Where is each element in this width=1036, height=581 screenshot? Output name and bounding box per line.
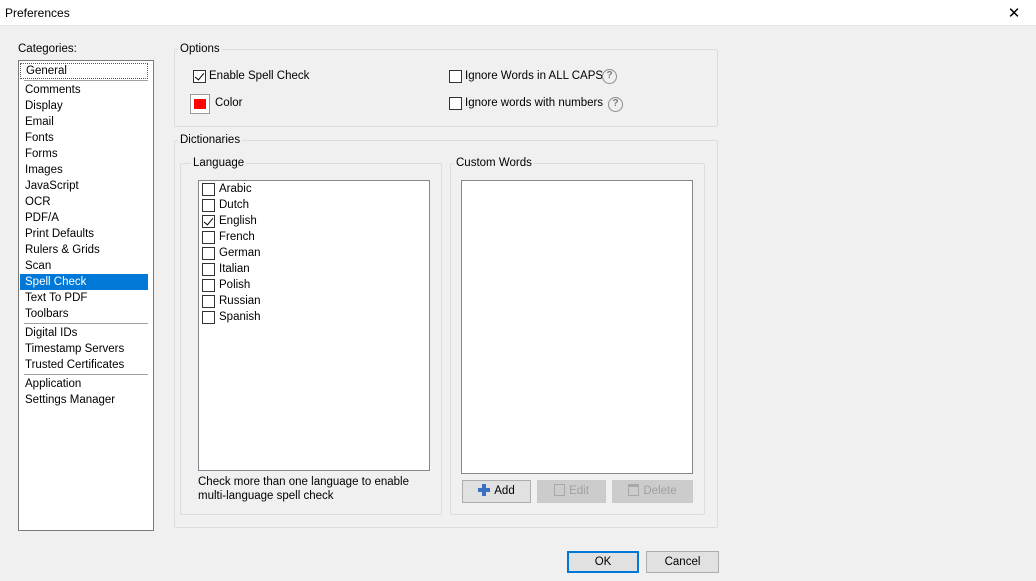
language-item-label: German [219, 247, 261, 259]
color-label: Color [215, 97, 243, 109]
category-item[interactable]: Images [20, 162, 148, 178]
language-label: Language [191, 157, 247, 169]
category-item[interactable]: JavaScript [20, 178, 148, 194]
category-item[interactable]: Scan [20, 258, 148, 274]
edit-word-button-label: Edit [569, 485, 589, 497]
category-item[interactable]: Display [20, 98, 148, 114]
ok-button[interactable]: OK [567, 551, 639, 573]
custom-words-label: Custom Words [454, 157, 534, 169]
help-icon[interactable]: ? [602, 69, 617, 84]
language-item-label: Russian [219, 295, 261, 307]
language-checkbox[interactable] [202, 183, 215, 196]
custom-words-list[interactable] [461, 180, 693, 474]
category-separator [24, 80, 148, 81]
category-item[interactable]: OCR [20, 194, 148, 210]
language-checkbox[interactable] [202, 231, 215, 244]
color-swatch [194, 99, 206, 109]
category-item[interactable]: Email [20, 114, 148, 130]
enable-spell-check-checkbox[interactable] [193, 70, 206, 83]
category-item[interactable]: Forms [20, 146, 148, 162]
ignore-numbers-label[interactable]: Ignore words with numbers [465, 97, 603, 109]
language-checkbox[interactable] [202, 247, 215, 260]
window-title: Preferences [5, 6, 70, 20]
category-separator [24, 374, 148, 375]
cancel-button[interactable]: Cancel [646, 551, 719, 573]
category-item[interactable]: Comments [20, 82, 148, 98]
language-list[interactable]: Arabic Dutch English French German Italian Pol… [198, 180, 430, 471]
language-item-label: English [219, 215, 257, 227]
language-checkbox[interactable] [202, 295, 215, 308]
language-checkbox[interactable] [202, 215, 215, 228]
enable-spell-check-label[interactable]: Enable Spell Check [209, 70, 309, 82]
category-item[interactable]: Print Defaults [20, 226, 148, 242]
language-item-label: Dutch [219, 199, 250, 211]
category-item[interactable]: General [20, 63, 148, 79]
color-picker-button[interactable] [190, 94, 210, 114]
categories-list[interactable]: General Comments Display Email Fonts Forms Ima… [18, 60, 154, 531]
language-hint-line1: Check more than one language to enable [198, 476, 409, 488]
category-item[interactable]: Timestamp Servers [20, 341, 148, 357]
edit-word-button[interactable]: Edit [537, 480, 606, 503]
language-item-label: Arabic [219, 183, 252, 195]
category-item[interactable]: PDF/A [20, 210, 148, 226]
close-icon[interactable]: ✕ [992, 0, 1036, 26]
category-separator [24, 323, 148, 324]
plus-icon [478, 484, 491, 496]
language-checkbox[interactable] [202, 263, 215, 276]
language-item-label: Polish [219, 279, 251, 291]
delete-word-button[interactable]: Delete [612, 480, 693, 503]
category-item[interactable]: Trusted Certificates [20, 357, 148, 373]
language-checkbox[interactable] [202, 311, 215, 324]
ignore-numbers-checkbox[interactable] [449, 97, 462, 110]
edit-icon [554, 484, 566, 496]
options-label: Options [178, 43, 222, 55]
category-item[interactable]: Application [20, 376, 148, 392]
language-hint-line2: multi-language spell check [198, 490, 334, 502]
language-item-label: Italian [219, 263, 250, 275]
category-item[interactable]: Text To PDF [20, 290, 148, 306]
options-group [174, 49, 718, 127]
category-item[interactable]: Rulers & Grids [20, 242, 148, 258]
category-item[interactable]: Fonts [20, 130, 148, 146]
categories-label: Categories: [18, 43, 77, 55]
category-item[interactable]: Digital IDs [20, 325, 148, 341]
language-checkbox[interactable] [202, 199, 215, 212]
help-icon[interactable]: ? [608, 97, 623, 112]
title-bar: Preferences ✕ [0, 0, 1036, 26]
language-checkbox[interactable] [202, 279, 215, 292]
add-word-button-label: Add [494, 485, 515, 497]
language-item-label: French [219, 231, 255, 243]
category-item[interactable]: Settings Manager [20, 392, 148, 408]
category-item[interactable]: Spell Check [20, 274, 148, 290]
language-item-label: Spanish [219, 311, 261, 323]
ignore-all-caps-label[interactable]: Ignore Words in ALL CAPS [465, 70, 603, 82]
trash-icon [628, 484, 640, 496]
category-item[interactable]: Toolbars [20, 306, 148, 322]
dictionaries-label: Dictionaries [178, 134, 243, 146]
delete-word-button-label: Delete [643, 485, 677, 497]
add-word-button[interactable]: Add [462, 480, 531, 503]
ignore-all-caps-checkbox[interactable] [449, 70, 462, 83]
